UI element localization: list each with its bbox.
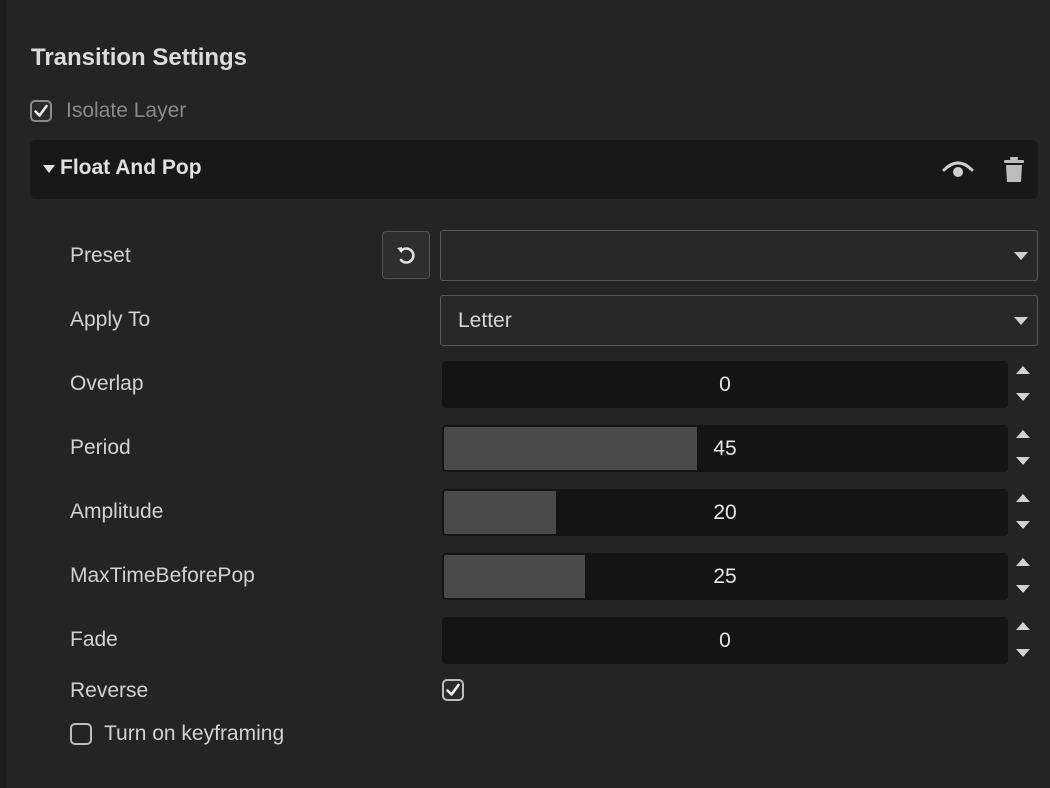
isolate-layer-label: Isolate Layer: [66, 99, 187, 122]
panel-title: Transition Settings: [31, 44, 248, 71]
apply-to-select[interactable]: Letter: [440, 295, 1038, 346]
apply-to-label: Apply To: [70, 308, 151, 331]
fade-value: 0: [719, 629, 731, 652]
amplitude-label: Amplitude: [70, 500, 164, 523]
max-time-before-pop-stepper[interactable]: [1014, 553, 1032, 600]
overlap-stepper[interactable]: [1014, 361, 1032, 408]
checkmark-icon: [34, 104, 48, 117]
chevron-down-icon: [1014, 317, 1028, 325]
float-and-pop-section-header[interactable]: Float And Pop: [30, 140, 1038, 199]
chevron-down-icon: [1014, 252, 1028, 260]
fade-label: Fade: [70, 628, 118, 651]
period-slider-field[interactable]: 45: [442, 425, 1008, 472]
max-time-before-pop-label: MaxTimeBeforePop: [70, 564, 255, 587]
preset-select[interactable]: [440, 230, 1038, 281]
checkmark-icon: [446, 683, 460, 696]
trash-icon[interactable]: [1003, 157, 1025, 188]
fade-slider-field[interactable]: 0: [442, 617, 1008, 664]
undo-icon: [397, 247, 415, 264]
overlap-value: 0: [719, 373, 731, 396]
max-time-before-pop-slider-field[interactable]: 25: [442, 553, 1008, 600]
keyframing-label: Turn on keyframing: [104, 722, 285, 745]
collapse-triangle-icon[interactable]: [43, 165, 55, 173]
decrement-arrow-icon[interactable]: [1016, 393, 1030, 401]
max-time-before-pop-value: 25: [713, 565, 737, 588]
period-stepper[interactable]: [1014, 425, 1032, 472]
amplitude-slider-field[interactable]: 20: [442, 489, 1008, 536]
keyframing-checkbox[interactable]: [70, 723, 92, 745]
amplitude-stepper[interactable]: [1014, 489, 1032, 536]
decrement-arrow-icon[interactable]: [1016, 585, 1030, 593]
eye-icon[interactable]: [942, 158, 974, 185]
period-value: 45: [713, 437, 737, 460]
increment-arrow-icon[interactable]: [1016, 622, 1030, 630]
isolate-layer-toggle[interactable]: Isolate Layer: [30, 97, 186, 125]
reverse-checkbox[interactable]: [442, 679, 464, 701]
decrement-arrow-icon[interactable]: [1016, 649, 1030, 657]
section-title: Float And Pop: [60, 156, 202, 179]
preset-label: Preset: [70, 244, 131, 267]
apply-to-value: Letter: [458, 309, 512, 332]
overlap-slider-field[interactable]: 0: [442, 361, 1008, 408]
period-label: Period: [70, 436, 131, 459]
amplitude-value: 20: [713, 501, 737, 524]
decrement-arrow-icon[interactable]: [1016, 521, 1030, 529]
increment-arrow-icon[interactable]: [1016, 430, 1030, 438]
keyframing-toggle[interactable]: Turn on keyframing: [70, 720, 284, 748]
reverse-label: Reverse: [70, 679, 149, 702]
fade-stepper[interactable]: [1014, 617, 1032, 664]
increment-arrow-icon[interactable]: [1016, 366, 1030, 374]
overlap-label: Overlap: [70, 372, 144, 395]
preset-reset-button[interactable]: [382, 231, 430, 279]
increment-arrow-icon[interactable]: [1016, 558, 1030, 566]
decrement-arrow-icon[interactable]: [1016, 457, 1030, 465]
increment-arrow-icon[interactable]: [1016, 494, 1030, 502]
isolate-layer-checkbox[interactable]: [30, 100, 52, 122]
